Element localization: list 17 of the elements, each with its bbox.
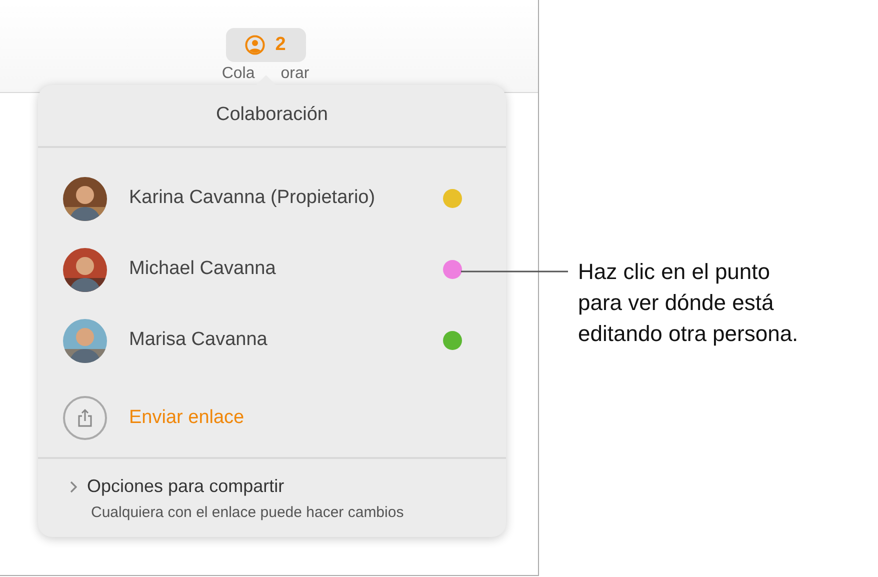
toolbar-label: Cola xyxy=(222,64,255,84)
popover-title: Colaboración xyxy=(38,85,506,148)
participant-name: Michael Cavanna xyxy=(129,257,277,282)
chevron-icon xyxy=(68,480,78,492)
send-link[interactable]: Enviar enlace xyxy=(129,404,244,432)
callout-text: Haz clic en el punto para ver dónde está editando otra persona. xyxy=(578,258,798,348)
status-dot[interactable] xyxy=(443,189,462,208)
options-subtitle: Cualquiera con el enlace puede hacer cambios xyxy=(91,503,405,523)
toolbar-label: orar xyxy=(280,64,310,84)
collaborate-button[interactable]: 2 xyxy=(226,28,306,62)
participant-name: Karina Cavanna (Propietario) xyxy=(129,186,376,210)
participant-name: Marisa Cavanna xyxy=(129,328,268,352)
person-icon xyxy=(245,35,266,55)
sharing-options-toggle[interactable]: Opciones para compartir xyxy=(68,473,284,500)
status-dot[interactable] xyxy=(443,331,462,350)
status-dot[interactable] xyxy=(443,260,462,279)
share-icon[interactable] xyxy=(63,396,107,440)
